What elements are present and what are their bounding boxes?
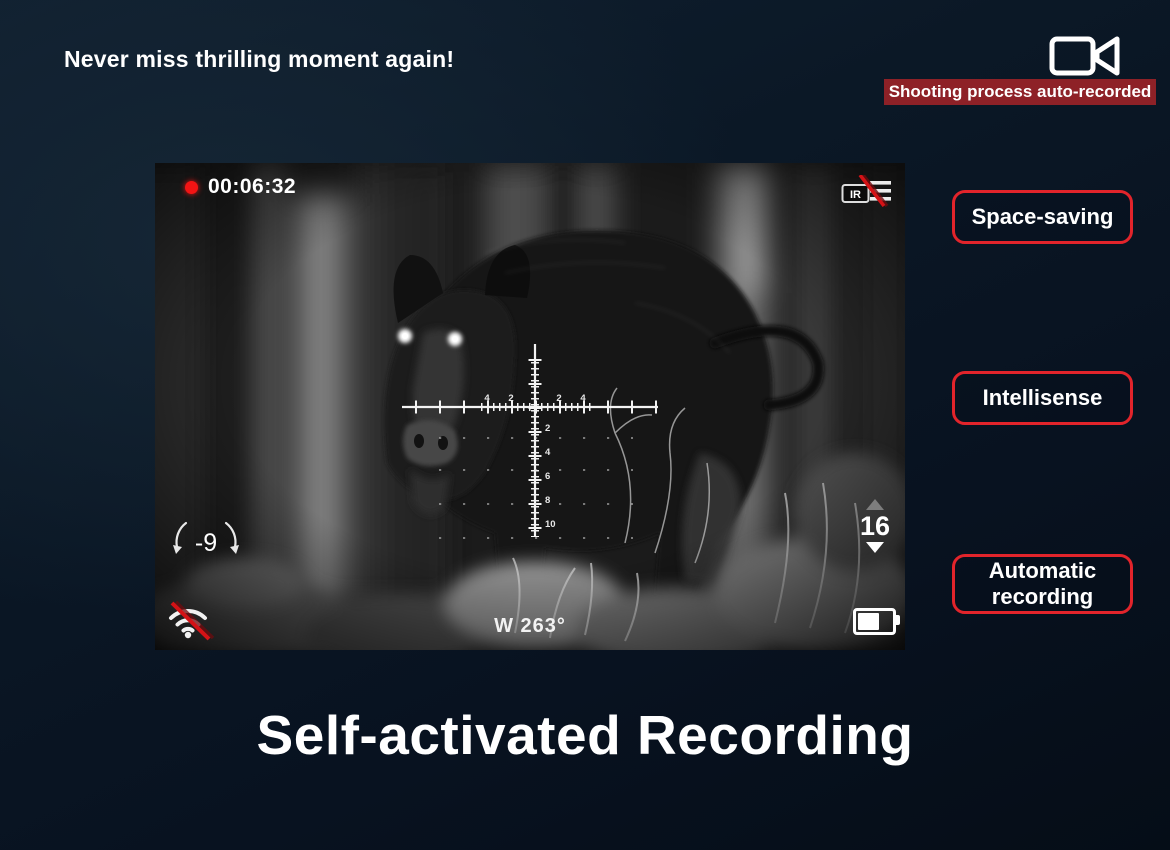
zoom-level-control: 16 bbox=[853, 499, 897, 553]
zoom-value: 16 bbox=[859, 511, 891, 541]
feature-button-space-saving[interactable]: Space-saving bbox=[952, 190, 1133, 244]
night-vision-viewfinder: 4 2 2 4 2 4 6 8 10 00:06:32 IR -9 16 W 2… bbox=[155, 163, 905, 650]
recording-indicator: 00:06:32 bbox=[185, 175, 296, 199]
reticle-number: 2 bbox=[545, 423, 550, 434]
reticle-number: 10 bbox=[545, 519, 556, 530]
triangle-down-icon bbox=[866, 542, 884, 553]
reticle-number: 2 bbox=[508, 393, 513, 404]
page-title: Self-activated Recording bbox=[256, 704, 914, 766]
promo-page: Never miss thrilling moment again! Shoot… bbox=[0, 0, 1170, 850]
feature-label: Intellisense bbox=[982, 385, 1103, 410]
feature-button-intellisense[interactable]: Intellisense bbox=[952, 371, 1133, 425]
tilt-value: -9 bbox=[195, 529, 217, 557]
triangle-up-icon bbox=[866, 499, 884, 510]
reticle-number: 8 bbox=[545, 495, 550, 506]
feature-button-automatic-recording[interactable]: Automatic recording bbox=[952, 554, 1133, 614]
recording-time: 00:06:32 bbox=[208, 175, 297, 198]
reticle-number: 2 bbox=[556, 393, 561, 404]
tilt-indicator: -9 bbox=[173, 521, 239, 557]
ir-off-icon: IR bbox=[841, 175, 891, 207]
crosshair-reticle: 4 2 2 4 2 4 6 8 10 bbox=[402, 344, 658, 539]
reticle-number: 6 bbox=[545, 471, 550, 482]
reticle-number: 4 bbox=[580, 393, 586, 404]
tagline: Never miss thrilling moment again! bbox=[64, 46, 455, 72]
auto-record-badge: Shooting process auto-recorded bbox=[884, 79, 1156, 105]
feature-label: Space-saving bbox=[971, 204, 1114, 229]
record-dot-icon bbox=[185, 180, 198, 194]
compass-heading: W 263° bbox=[494, 615, 566, 637]
video-camera-icon bbox=[1049, 36, 1120, 76]
feature-label: Automatic recording bbox=[988, 558, 1097, 609]
ir-label: IR bbox=[850, 189, 861, 201]
reticle-number: 4 bbox=[545, 447, 551, 458]
reticle-number: 4 bbox=[484, 393, 490, 404]
